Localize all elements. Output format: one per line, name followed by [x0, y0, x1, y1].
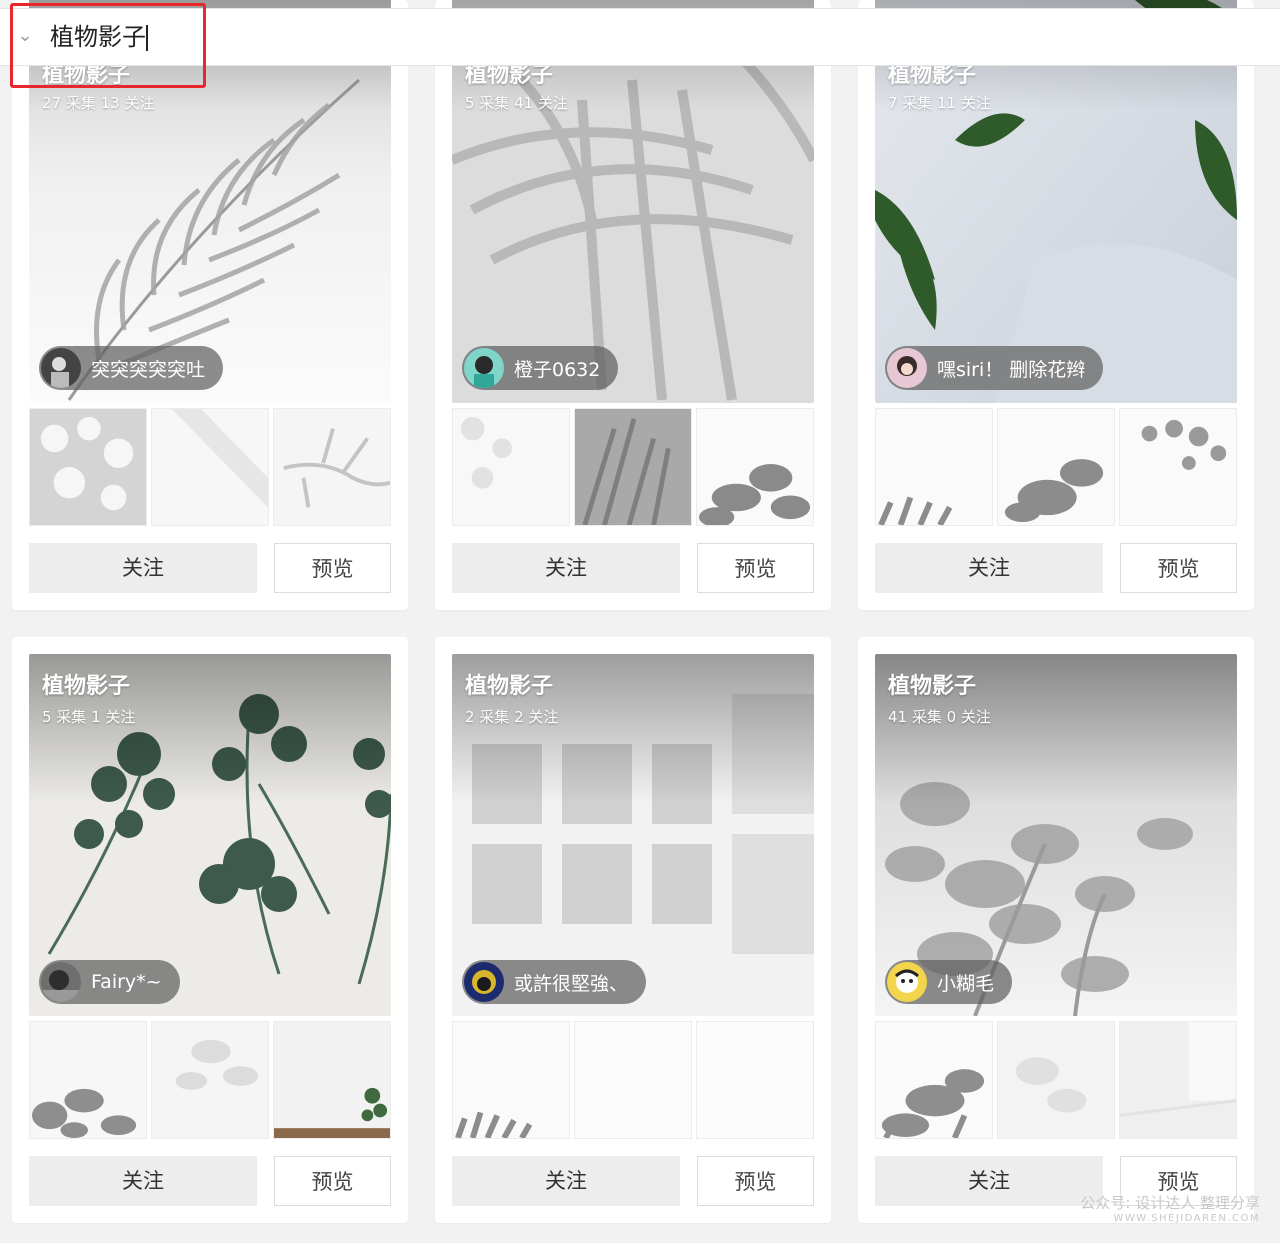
thumbnail[interactable]: [1119, 408, 1237, 526]
text-cursor: [146, 25, 148, 51]
follow-button[interactable]: 关注: [875, 1156, 1103, 1206]
thumbnail[interactable]: [696, 1021, 814, 1139]
board-title: 植物影子: [42, 674, 131, 699]
user-badge[interactable]: 小糊毛: [885, 960, 1013, 1004]
username: 嘿siri！ 删除花辫: [937, 358, 1086, 381]
board-cover[interactable]: 植物影子 5 采集 1 关注 Fairy*~: [29, 654, 391, 1016]
board-stats: 27 采集 13 关注: [42, 94, 155, 112]
follow-button[interactable]: 关注: [875, 543, 1103, 593]
thumbnail[interactable]: [29, 1021, 147, 1139]
thumbnail-strip: [875, 408, 1237, 526]
watermark-line1: 公众号: 设计达人 整理分享: [1080, 1194, 1260, 1212]
thumbnail-strip: [452, 408, 814, 526]
board-title: 植物影子: [888, 674, 977, 699]
username: 突突突突突吐: [91, 358, 206, 381]
follow-button[interactable]: 关注: [452, 543, 680, 593]
avatar: [887, 348, 927, 388]
avatar: [41, 348, 81, 388]
username: 橙子0632: [514, 358, 601, 381]
user-badge[interactable]: 橙子0632: [462, 346, 619, 390]
board-card[interactable]: 植物影子 27 采集 13 关注 突突突突突吐 关注 预览: [12, 0, 408, 610]
thumbnail-strip: [452, 1021, 814, 1139]
avatar: [887, 962, 927, 1002]
watermark-line2: WWW.SHEJIDAREN.COM: [1113, 1213, 1260, 1224]
follow-button[interactable]: 关注: [29, 543, 257, 593]
username: 小糊毛: [937, 972, 995, 995]
board-stats: 2 采集 2 关注: [465, 708, 559, 726]
thumbnail[interactable]: [273, 1021, 391, 1139]
username: Fairy*~: [91, 971, 162, 993]
user-badge[interactable]: 嘿siri！ 删除花辫: [885, 346, 1104, 390]
board-cover[interactable]: 植物影子 41 采集 0 关注 小糊毛: [875, 654, 1237, 1016]
thumbnail[interactable]: [696, 408, 814, 526]
thumbnail-strip: [29, 408, 391, 526]
thumbnail[interactable]: [452, 408, 570, 526]
board-stats: 5 采集 1 关注: [42, 708, 136, 726]
preview-button[interactable]: 预览: [1120, 543, 1237, 593]
search-bar: ⌄: [0, 8, 1280, 66]
board-stats: 41 采集 0 关注: [888, 708, 991, 726]
board-card[interactable]: 植物影子 2 采集 2 关注 或許很堅強、 关注 预览: [435, 637, 831, 1223]
user-badge[interactable]: Fairy*~: [39, 960, 180, 1004]
preview-button[interactable]: 预览: [697, 543, 814, 593]
thumbnail[interactable]: [875, 1021, 993, 1139]
board-stats: 5 采集 41 关注: [465, 94, 568, 112]
follow-button[interactable]: 关注: [452, 1156, 680, 1206]
username: 或許很堅強、: [514, 972, 629, 995]
board-card[interactable]: 植物影子 5 采集 1 关注 Fairy*~ 关注 预览: [12, 637, 408, 1223]
thumbnail[interactable]: [151, 408, 269, 526]
thumbnail[interactable]: [997, 408, 1115, 526]
user-badge[interactable]: 或許很堅強、: [462, 960, 647, 1004]
thumbnail[interactable]: [875, 408, 993, 526]
board-card[interactable]: 植物影子 41 采集 0 关注 小糊毛 关注 预览: [858, 637, 1254, 1223]
thumbnail-strip: [875, 1021, 1237, 1139]
board-card[interactable]: 植物影子 7 采集 11 关注 嘿siri！ 删除花辫 关注 预览: [858, 0, 1254, 610]
preview-button[interactable]: 预览: [697, 1156, 814, 1206]
thumbnail[interactable]: [151, 1021, 269, 1139]
thumbnail[interactable]: [997, 1021, 1115, 1139]
thumbnail[interactable]: [29, 408, 147, 526]
watermark: 公众号: 设计达人 整理分享 WWW.SHEJIDAREN.COM: [1080, 1192, 1260, 1224]
user-badge[interactable]: 突突突突突吐: [39, 346, 224, 390]
thumbnail[interactable]: [1119, 1021, 1237, 1139]
thumbnail[interactable]: [574, 408, 692, 526]
follow-button[interactable]: 关注: [29, 1156, 257, 1206]
thumbnail[interactable]: [273, 408, 391, 526]
preview-button[interactable]: 预览: [274, 543, 391, 593]
preview-button[interactable]: 预览: [274, 1156, 391, 1206]
board-card[interactable]: 植物影子 5 采集 41 关注 橙子0632 关注 预览: [435, 0, 831, 610]
avatar: [41, 962, 81, 1002]
thumbnail[interactable]: [452, 1021, 570, 1139]
chevron-down-icon[interactable]: ⌄: [14, 25, 36, 47]
board-stats: 7 采集 11 关注: [888, 94, 991, 112]
search-input[interactable]: [50, 21, 350, 53]
avatar: [464, 348, 504, 388]
board-cover[interactable]: 植物影子 2 采集 2 关注 或許很堅強、: [452, 654, 814, 1016]
thumbnail[interactable]: [574, 1021, 692, 1139]
thumbnail-strip: [29, 1021, 391, 1139]
avatar: [464, 962, 504, 1002]
board-title: 植物影子: [465, 674, 554, 699]
